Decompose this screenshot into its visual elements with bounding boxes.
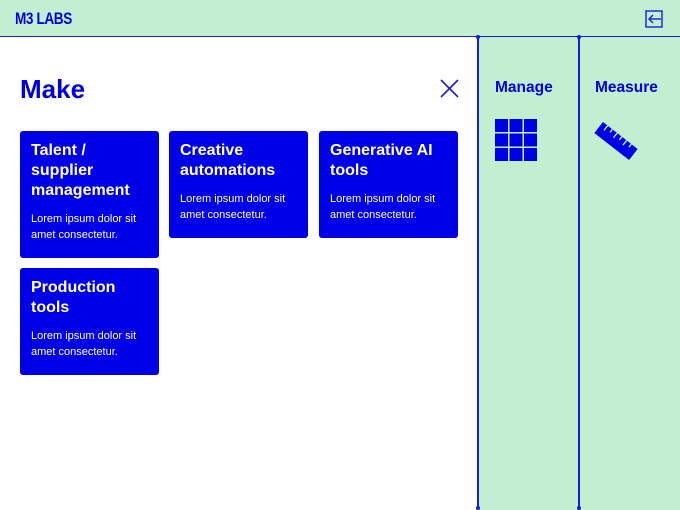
- nav-manage[interactable]: Manage: [479, 37, 578, 510]
- grid-icon: [495, 119, 537, 161]
- make-panel: Make Talent / supplier management Lorem …: [0, 37, 478, 510]
- card-description: Lorem ipsum dolor sit amet consectetur.: [330, 193, 436, 221]
- card-description: Lorem ipsum dolor sit amet consectetur.: [180, 193, 286, 221]
- card-creative-automations[interactable]: Creative automations Lorem ipsum dolor s…: [169, 131, 308, 238]
- nav-measure[interactable]: Measure: [580, 37, 680, 510]
- app-root: M3 LABS Make Talent / supplier managemen…: [0, 0, 680, 510]
- close-icon[interactable]: [440, 79, 459, 98]
- ruler-icon: [594, 121, 638, 161]
- card-title: Creative automations: [180, 142, 276, 179]
- card-production-tools[interactable]: Production tools Lorem ipsum dolor sit a…: [20, 268, 159, 375]
- card-title: Generative AI tools: [330, 142, 433, 179]
- card-generative-ai-tools[interactable]: Generative AI tools Lorem ipsum dolor si…: [319, 131, 458, 238]
- card-title: Production tools: [31, 279, 116, 316]
- page-title: Make: [20, 74, 86, 104]
- logo[interactable]: M3 LABS: [15, 9, 72, 29]
- card-title: Talent / supplier management: [31, 142, 130, 199]
- nav-manage-label: Manage: [495, 79, 553, 96]
- card-talent-supplier-management[interactable]: Talent / supplier management Lorem ipsum…: [20, 131, 159, 258]
- top-bar: M3 LABS: [0, 0, 680, 37]
- nav-measure-label: Measure: [595, 79, 658, 96]
- card-description: Lorem ipsum dolor sit amet consectetur.: [31, 213, 137, 241]
- card-description: Lorem ipsum dolor sit amet consectetur.: [31, 330, 137, 358]
- exit-icon[interactable]: [645, 9, 665, 29]
